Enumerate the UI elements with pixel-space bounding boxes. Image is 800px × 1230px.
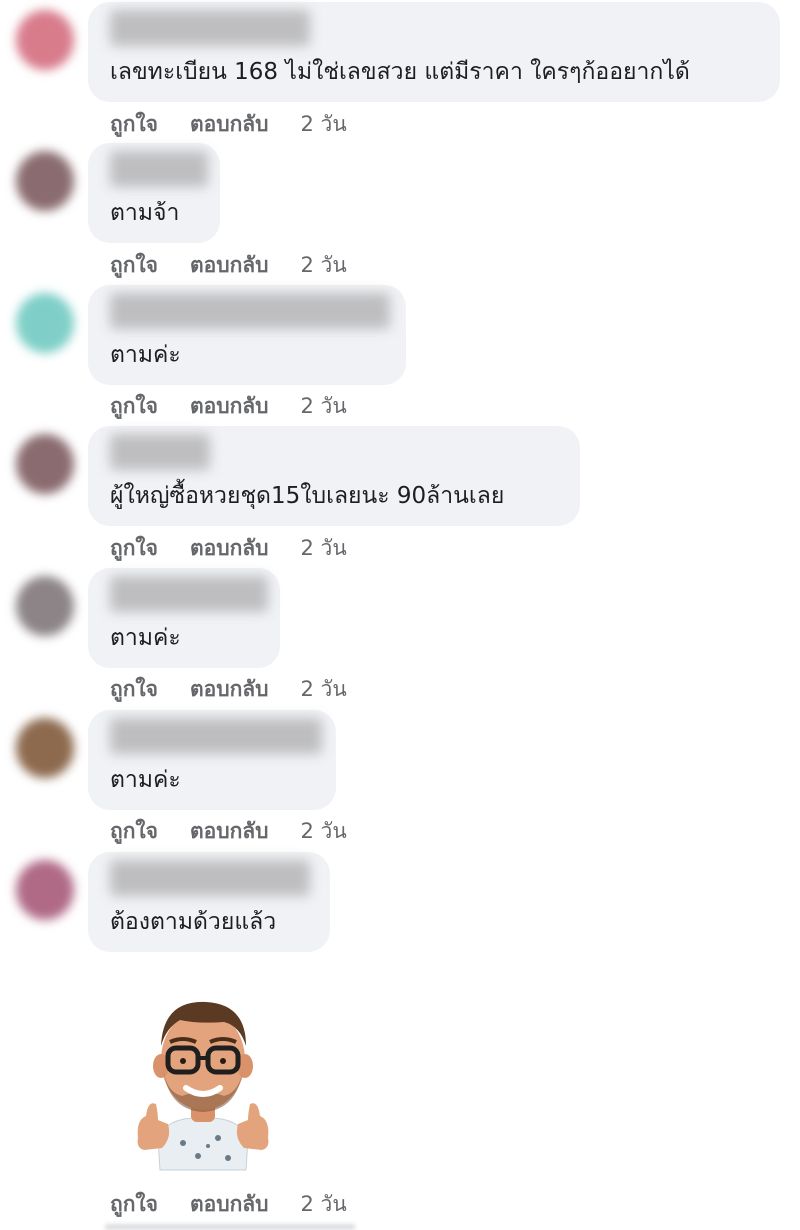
avatar[interactable] (16, 434, 74, 494)
timestamp[interactable]: 2 วัน (301, 673, 347, 706)
comment-bubble: ตามค่ะ (88, 710, 336, 810)
timestamp[interactable]: 2 วัน (301, 390, 347, 423)
like-link[interactable]: ถูกใจ (110, 532, 158, 565)
timestamp[interactable]: 2 วัน (301, 249, 347, 282)
commenter-name-redacted[interactable] (110, 293, 390, 329)
commenter-name-redacted[interactable] (110, 151, 208, 187)
timestamp[interactable]: 2 วัน (301, 108, 347, 141)
avatar[interactable] (16, 293, 74, 353)
comment-bubble: ผู้ใหญ่ซื้อหวยชุด15ใบเลยนะ 90ล้านเลย (88, 426, 580, 526)
comment-bubble: ตามค่ะ (88, 568, 280, 668)
reply-link[interactable]: ตอบกลับ (190, 249, 269, 282)
comment-bubble: ตามจ้า (88, 143, 220, 243)
comment-text: ต้องตามด้วยแล้ว (110, 909, 277, 935)
avatar[interactable] (16, 718, 74, 778)
avatar[interactable] (16, 151, 74, 211)
timestamp[interactable]: 2 วัน (301, 1188, 347, 1221)
comment-text: ตามค่ะ (110, 767, 181, 793)
comment-text: ตามค่ะ (110, 342, 181, 368)
comment-bubble: ตามค่ะ (88, 285, 406, 385)
comment-actions: ถูกใจ ตอบกลับ 2 วัน (110, 815, 379, 848)
comment-actions: ถูกใจ ตอบกลับ 2 วัน (110, 532, 379, 565)
like-link[interactable]: ถูกใจ (110, 815, 158, 848)
commenter-name-redacted[interactable] (110, 434, 210, 470)
timestamp[interactable]: 2 วัน (301, 815, 347, 848)
like-link[interactable]: ถูกใจ (110, 1188, 158, 1221)
reply-link[interactable]: ตอบกลับ (190, 390, 269, 423)
comment-actions: ถูกใจ ตอบกลับ 2 วัน (110, 390, 379, 423)
reply-link[interactable]: ตอบกลับ (190, 532, 269, 565)
commenter-name-redacted[interactable] (110, 10, 310, 46)
comment-text: ผู้ใหญ่ซื้อหวยชุด15ใบเลยนะ 90ล้านเลย (110, 483, 505, 509)
like-link[interactable]: ถูกใจ (110, 108, 158, 141)
reply-link[interactable]: ตอบกลับ (190, 1188, 269, 1221)
reply-link[interactable]: ตอบกลับ (190, 108, 269, 141)
next-comment-redacted (105, 1224, 355, 1230)
like-link[interactable]: ถูกใจ (110, 673, 158, 706)
comment-bubble: เลขทะเบียน 168 ไม่ใช่เลขสวย แต่มีราคา ใค… (88, 2, 780, 102)
avatar[interactable] (16, 10, 74, 70)
comment-actions: ถูกใจ ตอบกลับ 2 วัน (110, 108, 379, 141)
like-link[interactable]: ถูกใจ (110, 249, 158, 282)
commenter-name-redacted[interactable] (110, 718, 322, 754)
avatar[interactable] (16, 860, 74, 920)
comment-actions: ถูกใจ ตอบกลับ 2 วัน (110, 1188, 379, 1221)
comment-bubble: ต้องตามด้วยแล้ว (88, 852, 330, 952)
like-link[interactable]: ถูกใจ (110, 390, 158, 423)
memoji-sticker-icon (137, 1001, 269, 1171)
commenter-name-redacted[interactable] (110, 860, 310, 896)
comment-actions: ถูกใจ ตอบกลับ 2 วัน (110, 249, 379, 282)
comment-text: ตามค่ะ (110, 625, 181, 651)
timestamp[interactable]: 2 วัน (301, 532, 347, 565)
comment-text: ตามจ้า (110, 200, 180, 226)
reply-link[interactable]: ตอบกลับ (190, 673, 269, 706)
commenter-name-redacted[interactable] (110, 576, 268, 612)
reply-link[interactable]: ตอบกลับ (190, 815, 269, 848)
comment-text: เลขทะเบียน 168 ไม่ใช่เลขสวย แต่มีราคา ใค… (110, 59, 690, 85)
avatar[interactable] (16, 576, 74, 636)
comment-actions: ถูกใจ ตอบกลับ 2 วัน (110, 673, 379, 706)
memoji-thumbs-up-sticker[interactable] (128, 988, 278, 1178)
